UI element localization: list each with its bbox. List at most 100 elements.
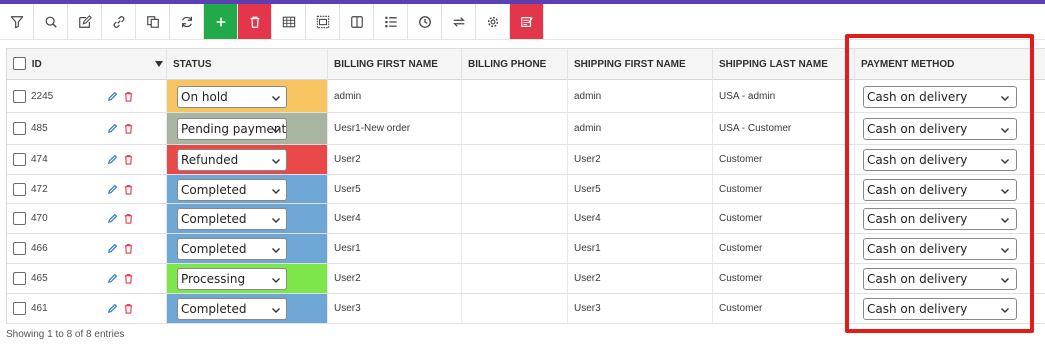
table-header: ID STATUS BILLING FIRST NAME BILLING PHO…	[7, 49, 1045, 80]
column-header-payment-method[interactable]: PAYMENT METHOD	[855, 49, 1031, 80]
payment-method-cell: Cash on delivery	[855, 175, 1031, 203]
table-row: 485 Pending payment Uesr1-New order admin US…	[7, 113, 1045, 145]
trash-icon[interactable]	[123, 303, 134, 314]
pencil-icon[interactable]	[107, 243, 118, 254]
table-row: 470 Completed User4 User4 Customer Cash on de…	[7, 204, 1045, 234]
chevron-down-icon	[1000, 244, 1010, 254]
payment-method-select[interactable]: Cash on delivery	[863, 179, 1017, 201]
pencil-icon[interactable]	[107, 273, 118, 284]
column-header-status[interactable]: STATUS	[167, 49, 328, 80]
payment-method-select[interactable]: Cash on delivery	[863, 208, 1017, 230]
row-select-checkbox[interactable]	[13, 89, 26, 103]
row-select-checkbox[interactable]	[13, 122, 26, 135]
pencil-icon[interactable]	[107, 213, 118, 224]
pencil-icon[interactable]	[107, 184, 118, 195]
row-select-checkbox[interactable]	[13, 272, 26, 285]
row-select-checkbox[interactable]	[13, 182, 26, 196]
column-header-id[interactable]: ID	[7, 49, 167, 80]
status-select[interactable]: Refunded	[177, 149, 287, 171]
layout-button[interactable]	[306, 4, 340, 39]
trash-icon[interactable]	[123, 184, 134, 195]
add-button[interactable]	[204, 4, 238, 39]
trash-icon[interactable]	[123, 154, 134, 165]
filter-button[interactable]	[0, 4, 34, 39]
row-select-checkbox[interactable]	[13, 242, 26, 255]
shipping-last-name-cell: Customer	[713, 175, 855, 203]
status-select[interactable]: Completed	[177, 238, 287, 260]
refresh-button[interactable]	[170, 4, 204, 39]
chevron-down-icon	[1000, 92, 1010, 102]
edit-button[interactable]	[68, 4, 102, 39]
status-value: Refunded	[181, 153, 239, 167]
chevron-down-icon	[1000, 124, 1010, 134]
status-value: Completed	[181, 242, 247, 256]
column-header-billing-phone[interactable]: BILLING PHONE	[462, 49, 568, 80]
history-button[interactable]	[408, 4, 442, 39]
link-button[interactable]	[102, 4, 136, 39]
list-button[interactable]	[374, 4, 408, 39]
status-select[interactable]: Completed	[177, 298, 287, 320]
payment-method-value: Cash on delivery	[867, 302, 968, 316]
chevron-down-icon	[1000, 214, 1010, 224]
row-select-checkbox[interactable]	[13, 302, 26, 315]
payment-method-select[interactable]: Cash on delivery	[863, 118, 1017, 140]
column-header-shipping-first-name[interactable]: SHIPPING FIRST NAME	[568, 49, 713, 80]
trash-icon[interactable]	[123, 273, 134, 284]
list-icon	[384, 16, 397, 27]
copy-button[interactable]	[136, 4, 170, 39]
payment-method-select[interactable]: Cash on delivery	[863, 298, 1017, 320]
row-select-checkbox[interactable]	[13, 153, 26, 166]
sort-desc-icon[interactable]	[155, 61, 163, 68]
payment-method-select[interactable]: Cash on delivery	[863, 149, 1017, 171]
pencil-icon[interactable]	[107, 91, 118, 102]
search-icon	[45, 16, 57, 28]
payment-method-select[interactable]: Cash on delivery	[863, 268, 1017, 290]
billing-first-name-cell: User3	[328, 294, 462, 323]
settings-icon	[487, 16, 498, 27]
row-select-checkbox[interactable]	[13, 212, 26, 225]
status-select[interactable]: Completed	[177, 208, 287, 230]
billing-first-name-cell: User4	[328, 204, 462, 233]
status-cell: Pending payment	[167, 113, 328, 144]
trash-icon[interactable]	[123, 213, 134, 224]
status-value: Processing	[181, 272, 246, 286]
settings-button[interactable]	[476, 4, 510, 39]
select-all-checkbox[interactable]	[13, 56, 26, 70]
order-id: 466	[31, 243, 48, 254]
pencil-icon[interactable]	[107, 123, 118, 134]
table-row: 474 Refunded User2 User2 Customer Cash on del…	[7, 145, 1045, 175]
trash-icon[interactable]	[123, 243, 134, 254]
billing-phone-cell	[462, 80, 568, 112]
columns-button[interactable]	[340, 4, 374, 39]
column-header-shipping-last-name[interactable]: SHIPPING LAST NAME	[713, 49, 855, 80]
status-select[interactable]: Processing	[177, 268, 287, 290]
bulk-edit-icon	[520, 16, 533, 27]
payment-method-value: Cash on delivery	[867, 122, 968, 136]
delete-button[interactable]	[238, 4, 272, 39]
payment-method-value: Cash on delivery	[867, 153, 968, 167]
id-cell: 466	[7, 234, 167, 263]
filter-icon	[10, 15, 23, 28]
shipping-first-name-cell: admin	[568, 80, 713, 112]
chevron-down-icon	[1000, 274, 1010, 284]
status-value: On hold	[181, 90, 228, 104]
column-header-billing-first-name[interactable]: BILLING FIRST NAME	[328, 49, 462, 80]
sync-button[interactable]	[442, 4, 476, 39]
layout-icon	[316, 15, 329, 28]
payment-method-cell: Cash on delivery	[855, 113, 1031, 144]
status-select[interactable]: Pending payment	[177, 118, 287, 140]
search-button[interactable]	[34, 4, 68, 39]
payment-method-select[interactable]: Cash on delivery	[863, 238, 1017, 260]
payment-method-value: Cash on delivery	[867, 242, 968, 256]
bulk-edit-button[interactable]	[510, 4, 544, 39]
trash-icon[interactable]	[123, 123, 134, 134]
pencil-icon[interactable]	[107, 154, 118, 165]
status-select[interactable]: On hold	[177, 86, 287, 108]
status-select[interactable]: Completed	[177, 179, 287, 201]
trash-icon[interactable]	[123, 91, 134, 102]
pencil-icon[interactable]	[107, 303, 118, 314]
status-value: Completed	[181, 183, 247, 197]
table-button[interactable]	[272, 4, 306, 39]
payment-method-select[interactable]: Cash on delivery	[863, 86, 1017, 108]
chevron-down-icon	[271, 274, 281, 284]
